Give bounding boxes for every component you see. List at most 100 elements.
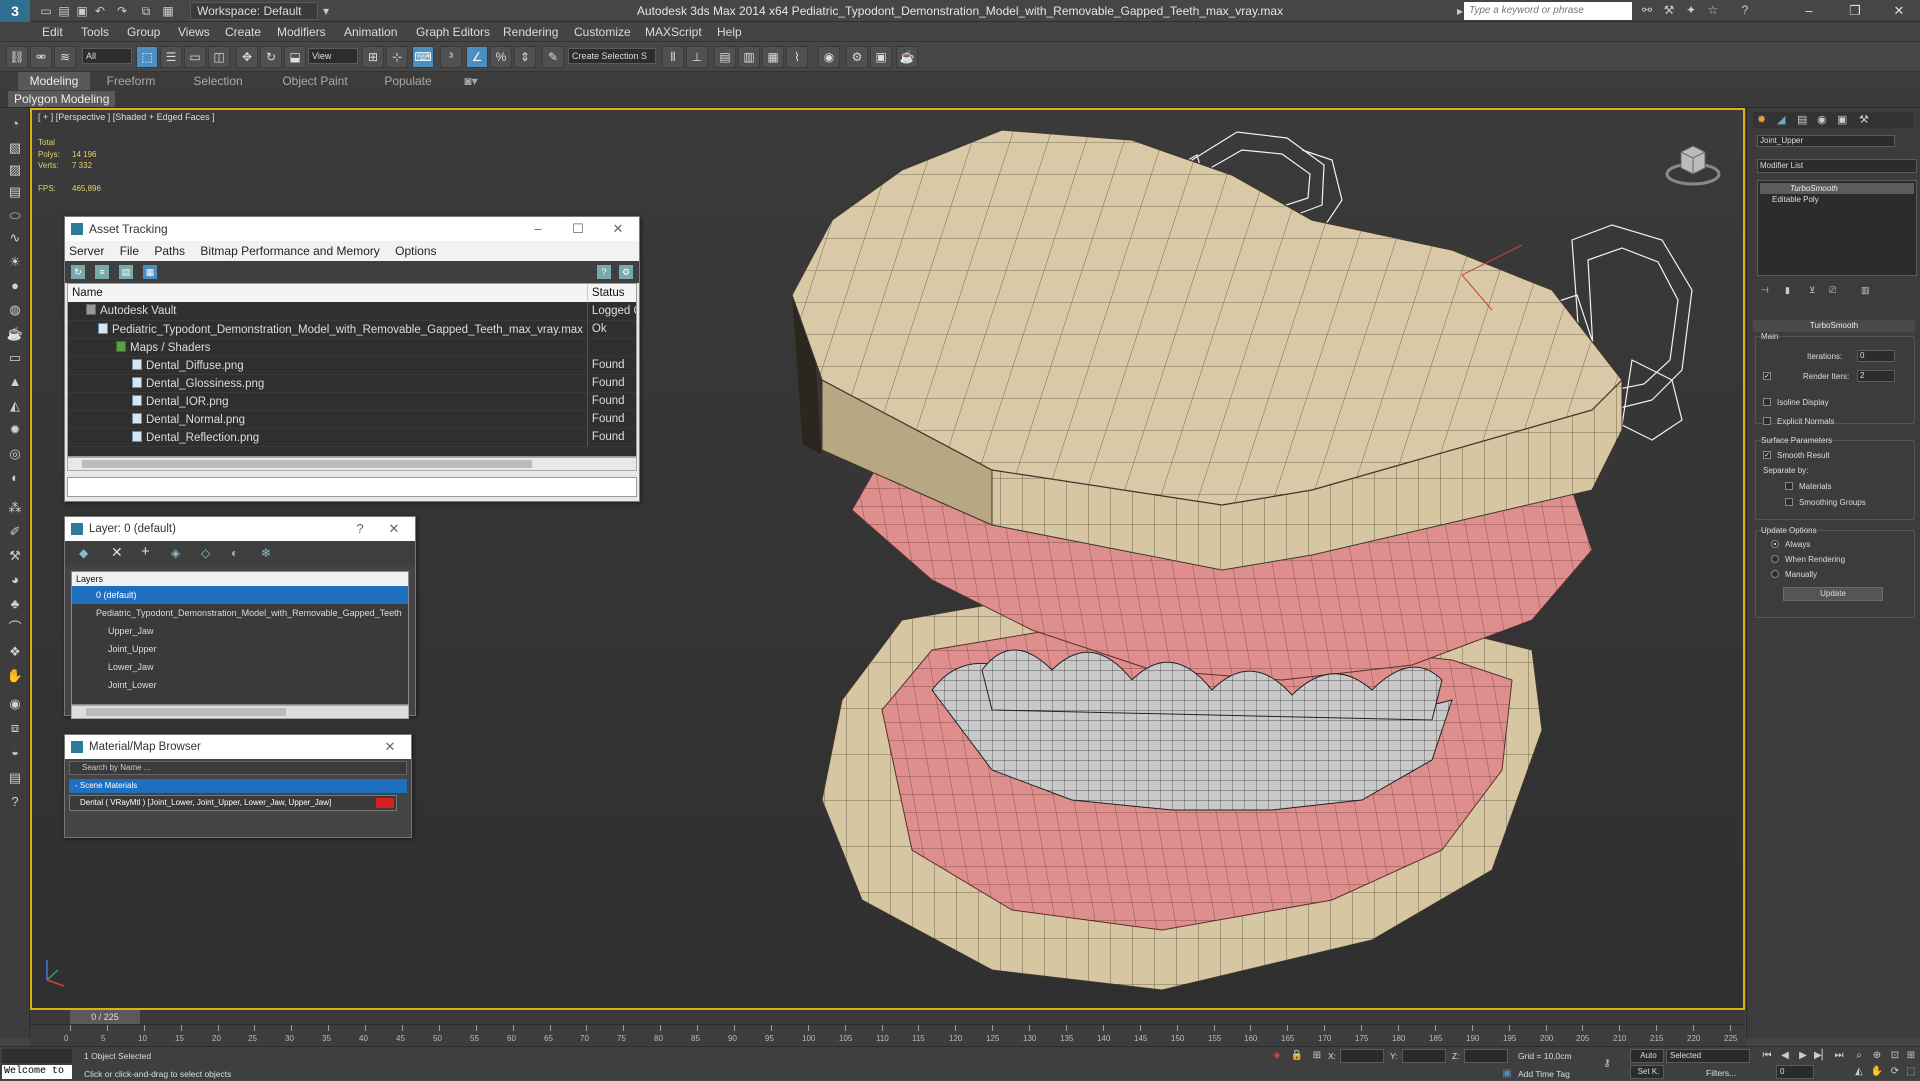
list-item[interactable]: Joint_Lower: [72, 676, 408, 694]
binoculars-icon[interactable]: ⚯: [1638, 3, 1656, 19]
menu-group[interactable]: Group: [127, 25, 160, 39]
cone-icon[interactable]: ◭: [5, 396, 25, 416]
table-view-icon[interactable]: ▤: [119, 265, 133, 279]
orbit-icon[interactable]: ⟳: [1888, 1065, 1902, 1079]
utilities-list-icon[interactable]: ▤: [5, 768, 25, 788]
table-row[interactable]: Dental_Reflection.png Found: [68, 428, 636, 447]
material-search-input[interactable]: Search by Name ...: [69, 761, 407, 775]
next-frame-icon[interactable]: ▶▏: [1814, 1049, 1829, 1063]
angle-snap-icon[interactable]: ∠: [466, 46, 488, 68]
maxscript-listener[interactable]: Welcome to: [2, 1065, 72, 1079]
go-to-end-icon[interactable]: ⏭: [1832, 1049, 1846, 1063]
save-icon[interactable]: ▣: [74, 3, 90, 19]
select-manipulate-icon[interactable]: ⊹: [386, 46, 408, 68]
table-row[interactable]: Dental_Normal.png Found: [68, 410, 636, 429]
configure-sets-icon[interactable]: ▥: [1861, 285, 1870, 296]
viewcube-icon[interactable]: [1663, 132, 1723, 192]
iterations-spinner[interactable]: 0: [1857, 350, 1895, 362]
asset-tracking-titlebar[interactable]: Asset Tracking – ☐ ✕: [65, 217, 639, 241]
hierarchy-tab-icon[interactable]: ▤: [1797, 113, 1807, 126]
y-coordinate-field[interactable]: [1402, 1049, 1446, 1063]
help-icon[interactable]: ?: [597, 265, 611, 279]
named-selection-dropdown[interactable]: Create Selection S: [568, 48, 656, 64]
menu-animation[interactable]: Animation: [344, 25, 397, 39]
menu-edit[interactable]: Edit: [42, 25, 63, 39]
favorites-star-icon[interactable]: ☆: [1704, 3, 1722, 19]
align-icon[interactable]: ⊥: [686, 46, 708, 68]
help-icon[interactable]: ?: [345, 517, 375, 541]
workspace-dropdown[interactable]: Workspace: Default: [190, 2, 318, 20]
window-crossing-icon[interactable]: ◫: [208, 46, 230, 68]
reference-coordinate-dropdown[interactable]: View: [308, 48, 358, 64]
brush-icon[interactable]: ⌒: [5, 618, 25, 638]
play-icon[interactable]: ▶: [1796, 1049, 1810, 1063]
plane-icon[interactable]: ▭: [5, 348, 25, 368]
teapot-icon[interactable]: ☕: [5, 324, 25, 344]
menu-help[interactable]: Help: [717, 25, 742, 39]
unlink-icon[interactable]: ⚮: [30, 46, 52, 68]
menu-paths[interactable]: Paths: [154, 244, 185, 258]
object-name-field[interactable]: Joint_Upper: [1757, 135, 1895, 147]
menu-maxscript[interactable]: MAXScript: [645, 25, 702, 39]
list-item[interactable]: Lower_Jaw: [72, 658, 408, 676]
column-status[interactable]: Status: [587, 284, 636, 302]
render-teapot-icon[interactable]: ☕: [896, 46, 918, 68]
time-tag-icon[interactable]: ▣: [1500, 1067, 1514, 1081]
tab-populate[interactable]: Populate: [372, 72, 444, 90]
subscription-icon[interactable]: ⚒: [1660, 3, 1678, 19]
maximize-icon[interactable]: ❐: [1832, 0, 1878, 22]
previous-frame-icon[interactable]: ◀: [1778, 1049, 1792, 1063]
freeze-all-icon[interactable]: ❄: [261, 546, 271, 560]
display-tab-icon[interactable]: ▣: [1837, 113, 1847, 126]
modify-icon[interactable]: ▨: [5, 160, 25, 180]
z-coordinate-field[interactable]: [1464, 1049, 1508, 1063]
layer-scrollbar[interactable]: [71, 705, 409, 719]
current-frame-field[interactable]: 0: [1776, 1065, 1814, 1079]
rendered-frame-window-icon[interactable]: ▣: [870, 46, 892, 68]
time-slider-track[interactable]: [30, 1010, 1745, 1024]
always-radio[interactable]: [1771, 540, 1779, 548]
table-row[interactable]: Dental_Diffuse.png Found: [68, 356, 636, 375]
set-key-button[interactable]: Set K.: [1630, 1065, 1664, 1079]
go-to-start-icon[interactable]: ⏮: [1760, 1049, 1774, 1063]
refresh-icon[interactable]: ↻: [71, 265, 85, 279]
tab-freeform[interactable]: Freeform: [96, 72, 166, 90]
auto-key-button[interactable]: Auto: [1630, 1049, 1664, 1063]
graphite-toggle-icon[interactable]: ▦: [762, 46, 784, 68]
stack-item-turbosmooth[interactable]: TurboSmooth: [1760, 183, 1914, 194]
absolute-mode-icon[interactable]: ⊞: [1310, 1049, 1324, 1063]
maximize-viewport-icon[interactable]: ⬚: [1904, 1065, 1918, 1079]
tab-modeling[interactable]: Modeling: [18, 72, 90, 90]
layer-titlebar[interactable]: Layer: 0 (default) ? ✕: [65, 517, 415, 541]
tree-icon[interactable]: ♣: [5, 594, 25, 614]
edit-named-selection-icon[interactable]: ✎: [542, 46, 564, 68]
polygon-modeling-panel[interactable]: Polygon Modeling: [8, 91, 116, 107]
asset-path-field[interactable]: [67, 477, 637, 497]
link-icon[interactable]: ⛓: [6, 46, 28, 68]
keyboard-shortcut-override-icon[interactable]: ⌨: [412, 46, 434, 68]
torus-icon[interactable]: ◍: [5, 300, 25, 320]
menu-create[interactable]: Create: [225, 25, 261, 39]
field-of-view-icon[interactable]: ◭: [1852, 1065, 1866, 1079]
menu-options[interactable]: Options: [395, 244, 436, 258]
list-item[interactable]: 0 (default): [72, 586, 408, 604]
maxscript-mini-listener-top[interactable]: [2, 1049, 72, 1063]
select-in-layer-icon[interactable]: ◈: [171, 546, 180, 560]
container-icon[interactable]: ⧈: [5, 718, 25, 738]
table-row[interactable]: Autodesk Vault Logged O...: [68, 302, 636, 321]
render-iters-checkbox[interactable]: ✓: [1763, 372, 1771, 380]
when-rendering-radio[interactable]: [1771, 555, 1779, 563]
menu-bitmap-performance[interactable]: Bitmap Performance and Memory: [200, 244, 379, 258]
create-box-icon[interactable]: ▧: [5, 138, 25, 158]
menu-graph-editors[interactable]: Graph Editors: [416, 25, 490, 39]
zoom-all-icon[interactable]: ⊕: [1870, 1049, 1884, 1063]
lock-selection-icon[interactable]: 🔒: [1290, 1049, 1304, 1063]
menu-file[interactable]: File: [120, 244, 139, 258]
move-icon[interactable]: ✥: [236, 46, 258, 68]
isoline-checkbox[interactable]: [1763, 398, 1771, 406]
zoom-extents-icon[interactable]: ⊡: [1888, 1049, 1902, 1063]
communication-icon[interactable]: ✦: [1682, 3, 1700, 19]
open-file-icon[interactable]: ▤: [56, 3, 72, 19]
menu-server[interactable]: Server: [69, 244, 104, 258]
bind-space-warp-icon[interactable]: ≋: [54, 46, 76, 68]
